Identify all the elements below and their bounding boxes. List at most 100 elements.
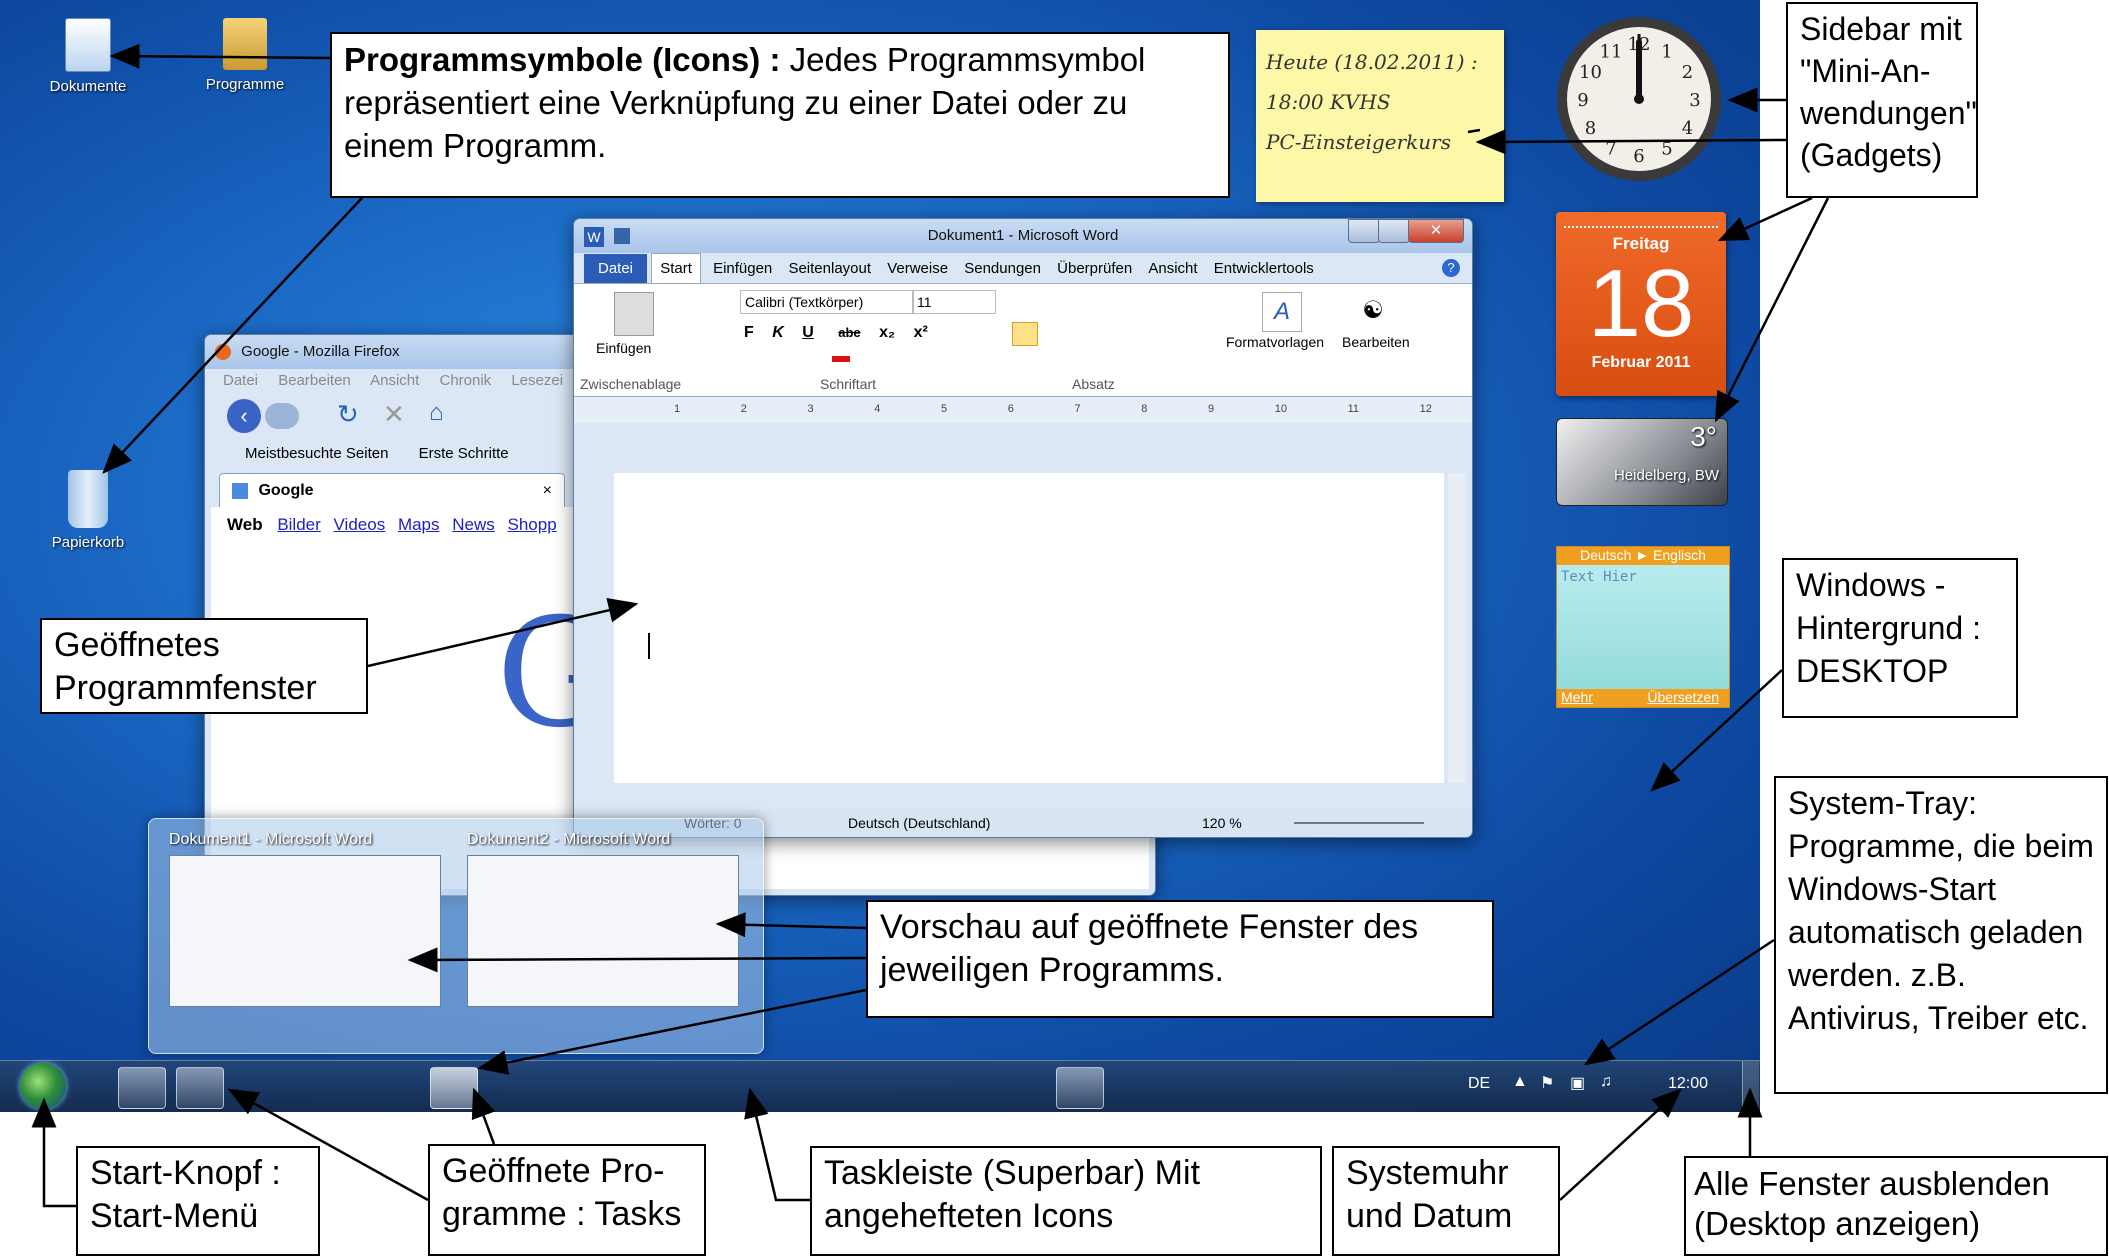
taskbar-excel-button[interactable] [500,1067,546,1107]
taskbar-app-button[interactable] [350,1067,396,1107]
forward-button[interactable] [265,403,299,429]
back-button[interactable]: ‹ [227,399,261,433]
google-link[interactable]: Bilder [277,515,320,534]
zoom-slider[interactable] [1294,822,1424,824]
stop-icon[interactable]: ✕ [383,399,405,430]
calendar-gadget[interactable]: Freitag 18 Februar 2011 [1556,212,1726,396]
document-area[interactable] [614,473,1444,783]
maximize-button[interactable] [1378,219,1410,243]
clock-numeral: 5 [1661,138,1672,159]
taskbar-firefox-button[interactable] [176,1067,224,1109]
taskbar-outlook-button[interactable] [560,1067,606,1107]
ribbon-tab[interactable]: Seitenlayout [788,260,871,277]
minimize-button[interactable] [1348,219,1380,243]
translator-input[interactable]: Text Hier [1557,565,1729,679]
reload-icon[interactable]: ↻ [337,399,359,430]
translator-translate-button[interactable]: Übersetzen [1647,689,1719,705]
zoom-level[interactable]: 120 % [1202,809,1242,837]
clock-gadget[interactable]: 12 1 2 3 4 5 6 7 8 9 10 11 [1554,14,1724,184]
status-language[interactable]: Deutsch (Deutschland) [848,809,990,837]
start-button[interactable] [20,1063,66,1109]
superscript-button[interactable]: x² [914,324,928,341]
font-name-dropdown[interactable]: Calibri (Textkörper) [740,290,914,314]
ribbon-tab[interactable]: Einfügen [713,260,772,277]
show-desktop-button[interactable] [1742,1061,1759,1112]
weather-gadget[interactable]: 3° Heidelberg, BW [1556,418,1728,506]
help-icon[interactable]: ? [1442,259,1460,277]
volume-icon[interactable]: ♫ [1600,1073,1612,1091]
desktop-icon-dokumente[interactable]: Dokumente [28,18,148,95]
bookmark-item[interactable]: Meistbesuchte Seiten [245,445,388,462]
desktop-icon-programme[interactable]: Programme [185,18,305,93]
taskbar-explorer-button[interactable] [118,1067,166,1109]
translator-gadget[interactable]: Deutsch ► Englisch Text Hier Mehr Überse… [1556,546,1730,708]
preview-item[interactable]: Dokument1 - Microsoft Word [169,831,459,1007]
tray-arrow-icon[interactable]: ▲ [1512,1073,1528,1091]
network-icon[interactable]: ▣ [1570,1073,1585,1093]
ribbon-tab[interactable]: Verweise [887,260,948,277]
ribbon-tab[interactable]: Sendungen [964,260,1041,277]
tray-language[interactable]: DE [1468,1075,1490,1093]
tab-label: Google [258,482,314,499]
menu-item[interactable]: Datei [223,372,258,389]
bold-button[interactable]: F [744,324,754,341]
edit-label[interactable]: Bearbeiten [1342,334,1410,350]
taskbar-ie-button[interactable] [234,1067,280,1107]
google-favicon-icon [232,482,248,499]
underline-button[interactable]: U [802,324,814,341]
styles-icon[interactable]: A [1262,292,1302,332]
sticky-note[interactable]: Heute (18.02.2011) : 18:00 KVHS PC-Einst… [1256,30,1504,202]
italic-button[interactable]: K [772,324,784,341]
menu-item[interactable]: Bearbeiten [278,372,351,389]
translator-from[interactable]: Deutsch [1580,547,1631,563]
google-link[interactable]: Shopp [508,515,557,534]
preview-item[interactable]: Dokument2 - Microsoft Word [467,831,757,1007]
menu-item[interactable]: Ansicht [370,372,419,389]
taskbar-media-button[interactable] [292,1067,338,1107]
translator-to[interactable]: Englisch [1653,547,1706,563]
ribbon-tab[interactable]: Ansicht [1148,260,1197,277]
callout-icons-bold: Programmsymbole (Icons) : [344,41,781,78]
home-icon[interactable]: ⌂ [429,399,444,427]
file-tab[interactable]: Datei [584,254,648,284]
ribbon-tab[interactable]: Entwicklertools [1214,260,1314,277]
bookmark-item[interactable]: Erste Schritte [419,445,509,462]
action-center-flag-icon[interactable]: ⚑ [1540,1073,1554,1093]
align-left-button[interactable] [1012,322,1038,346]
translator-more-link[interactable]: Mehr [1561,689,1593,705]
preview-title: Dokument2 - Microsoft Word [467,831,671,848]
desktop-icon-papierkorb[interactable]: Papierkorb [28,470,148,551]
paste-label[interactable]: Einfügen [596,340,651,356]
desktop-icon-label: Dokumente [49,78,127,95]
google-link[interactable]: Maps [398,515,440,534]
font-color-icon[interactable] [832,356,850,362]
word-window[interactable]: W Dokument1 - Microsoft Word ✕ Datei Sta… [573,218,1473,838]
ribbon-tab-start[interactable]: Start [651,253,701,284]
subscript-button[interactable]: x₂ [879,324,895,341]
menu-item[interactable]: Lesezei [511,372,563,389]
close-button[interactable]: ✕ [1408,219,1464,243]
font-size-dropdown[interactable]: 11 [912,290,996,314]
tab-close-button[interactable]: × [543,474,552,508]
preview-thumbnail[interactable] [467,855,739,1007]
desktop-icon-label: Programme [205,76,285,93]
google-link[interactable]: News [452,515,495,534]
ruler[interactable]: 1 2 3 4 5 6 7 8 9 10 11 12 [574,396,1472,423]
word-titlebar[interactable]: W Dokument1 - Microsoft Word ✕ [574,219,1472,253]
save-icon[interactable] [614,228,630,244]
preview-thumbnail[interactable] [169,855,441,1007]
menu-item[interactable]: Chronik [439,372,491,389]
paste-icon[interactable] [614,292,654,336]
binoculars-icon[interactable]: ☯ [1354,292,1392,330]
ribbon-tab[interactable]: Überprüfen [1057,260,1132,277]
styles-label[interactable]: Formatvorlagen [1226,334,1324,350]
tray-clock[interactable]: 12:00 [1668,1075,1708,1093]
taskbar-gadget-button[interactable] [1056,1067,1104,1109]
google-link-web[interactable]: Web [227,515,263,534]
documents-icon [65,18,111,72]
vertical-scrollbar[interactable] [1448,473,1466,783]
taskbar-word-button[interactable] [430,1067,478,1109]
browser-tab[interactable]: Google × [219,473,565,508]
google-link[interactable]: Videos [334,515,386,534]
strikethrough-button[interactable]: abe [838,325,860,340]
